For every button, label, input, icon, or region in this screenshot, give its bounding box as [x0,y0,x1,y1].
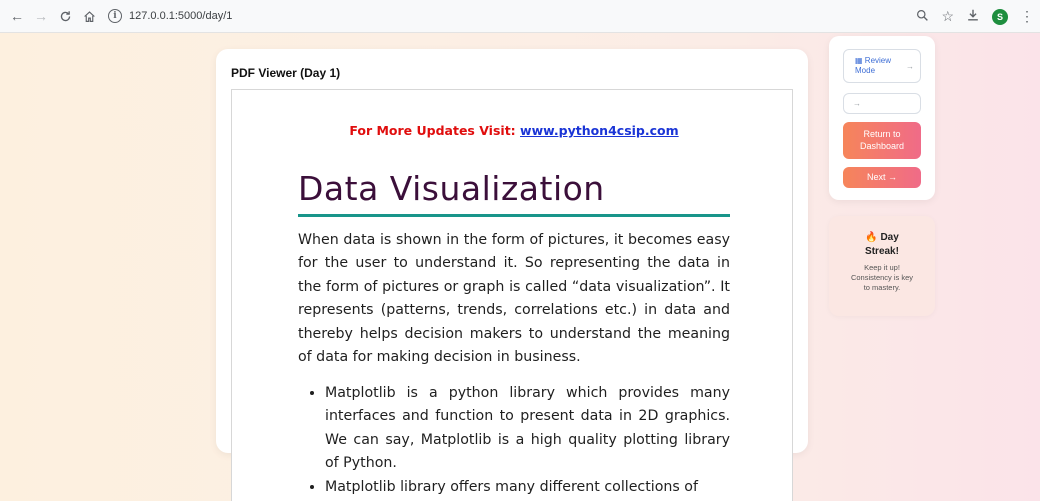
forward-arrow-icon[interactable]: → [30,5,52,27]
home-svg [83,10,95,22]
streak-card: 🔥 Day Streak! Keep it up! Consistency is… [829,216,935,316]
streak-title-line2: Streak! [865,246,899,257]
list-item: Matplotlib library offers many different… [325,476,730,499]
back-arrow-icon[interactable]: ← [6,5,28,27]
review-label-line1: Review [864,56,892,65]
streak-message: Keep it up! Consistency is key to master… [829,263,935,293]
streak-text-line3: to mastery. [863,283,901,292]
return-label-line2: Dashboard [859,141,905,151]
calendar-icon: ▦ [855,56,863,65]
review-label-line2: Mode [855,66,876,75]
browser-toolbar: ← → i 127.0.0.1:5000/day/1 ☆ S ⋮ [0,0,1040,33]
streak-title: 🔥 Day Streak! [829,231,935,259]
intro-paragraph: When data is shown in the form of pictur… [298,232,730,366]
streak-text-line1: Keep it up! [864,263,900,272]
profile-avatar[interactable]: S [992,8,1008,25]
streak-title-line1: Day [880,232,899,243]
secondary-button[interactable]: → [843,93,921,114]
arrow-right-icon: → [906,62,914,71]
document-heading: Data Visualization [298,169,605,208]
bullet-list: Matplotlib is a python library which pro… [298,382,730,499]
bookmark-star-icon[interactable]: ☆ [941,8,954,25]
reload-svg [60,10,70,21]
zoom-icon[interactable] [916,9,929,25]
return-label-line1: Return to [863,129,901,139]
zoom-svg [917,9,929,21]
address-bar[interactable]: i 127.0.0.1:5000/day/1 [108,4,232,28]
browser-menu-icon[interactable]: ⋮ [1020,8,1034,25]
flame-icon: 🔥 [865,232,878,243]
site-info-icon[interactable]: i [108,9,122,23]
return-to-dashboard-button[interactable]: Return to Dashboard [843,122,921,159]
pdf-document[interactable]: For More Updates Visit: www.python4csip.… [231,89,793,501]
next-button[interactable]: Next → [843,167,921,188]
home-icon[interactable] [78,5,100,27]
arrow-right-icon: → [853,99,861,108]
review-mode-button[interactable]: ▦ Review Mode → [843,49,921,83]
updates-link[interactable]: www.python4csip.com [520,123,679,138]
page-background: PDF Viewer (Day 1) For More Updates Visi… [0,33,1040,501]
viewer-title: PDF Viewer (Day 1) [231,66,341,80]
download-icon[interactable] [966,8,980,25]
updates-banner: For More Updates Visit: www.python4csip.… [298,123,730,138]
download-svg [968,9,978,21]
browser-actions: ☆ S ⋮ [916,0,1034,33]
url-text[interactable]: 127.0.0.1:5000/day/1 [129,10,232,22]
navigation-panel: ▦ Review Mode → → Return to Dashboard Ne… [829,36,935,200]
reload-icon[interactable] [54,5,76,27]
list-item: Matplotlib is a python library which pro… [325,382,730,476]
streak-text-line2: Consistency is key [850,273,914,282]
heading-divider [298,214,730,217]
updates-label: For More Updates Visit: [349,123,516,138]
